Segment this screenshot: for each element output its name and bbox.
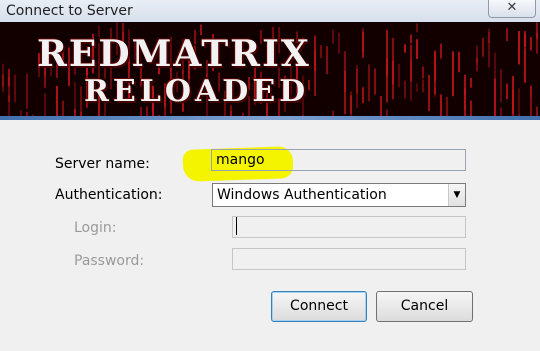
- authentication-select[interactable]: Windows Authentication ▼: [212, 183, 466, 207]
- connect-button[interactable]: Connect: [271, 291, 367, 322]
- banner: REDMATRIX RELOADED: [0, 22, 540, 116]
- banner-subtitle: RELOADED: [84, 74, 310, 109]
- dropdown-arrow-icon[interactable]: ▼: [448, 184, 465, 206]
- authentication-value: Windows Authentication: [217, 187, 387, 203]
- password-input[interactable]: [232, 248, 466, 270]
- server-name-label: Server name:: [55, 156, 150, 172]
- close-icon[interactable]: ✕: [488, 0, 536, 18]
- banner-title: REDMATRIX: [37, 33, 311, 75]
- text-caret: [236, 217, 237, 235]
- authentication-label: Authentication:: [55, 187, 163, 203]
- password-label: Password:: [74, 253, 145, 269]
- server-name-input[interactable]: [211, 149, 466, 171]
- login-input[interactable]: [232, 216, 466, 238]
- banner-divider: [0, 116, 540, 120]
- window-title: Connect to Server: [6, 3, 133, 19]
- cancel-button[interactable]: Cancel: [376, 291, 473, 322]
- title-bar: Connect to Server ✕: [0, 0, 540, 23]
- login-label: Login:: [74, 220, 117, 236]
